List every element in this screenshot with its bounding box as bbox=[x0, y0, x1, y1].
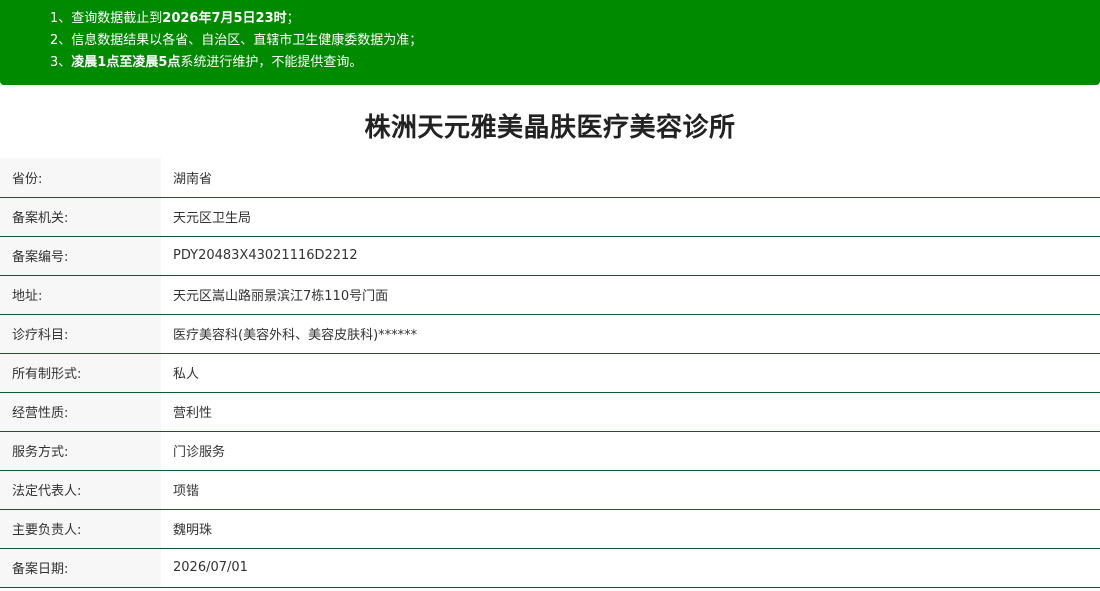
info-row-address: 地址: 天元区嵩山路丽景滨江7栋110号门面 bbox=[0, 275, 1100, 314]
info-label: 主要负责人: bbox=[0, 509, 161, 548]
info-value: 私人 bbox=[173, 367, 200, 382]
info-label: 经营性质: bbox=[0, 392, 161, 431]
info-value: 2026/07/01 bbox=[173, 560, 248, 575]
info-row-legal-representative: 法定代表人: 项锴 bbox=[0, 470, 1100, 509]
notice-line-1-date: 2026年7月5日23时 bbox=[162, 11, 287, 26]
notice-line-3: 3、凌晨1点至凌晨5点系统进行维护，不能提供查询。 bbox=[50, 52, 1100, 74]
info-value: 项锴 bbox=[173, 484, 200, 499]
info-label: 地址: bbox=[0, 275, 161, 314]
notice-line-2: 2、信息数据结果以各省、自治区、直辖市卫生健康委数据为准； bbox=[50, 30, 1100, 52]
info-label: 备案编号: bbox=[0, 236, 161, 275]
info-value: 天元区嵩山路丽景滨江7栋110号门面 bbox=[173, 289, 389, 304]
info-value: PDY20483X43021116D2212 bbox=[173, 248, 358, 263]
info-row-business-nature: 经营性质: 营利性 bbox=[0, 392, 1100, 431]
info-value: 营利性 bbox=[173, 406, 213, 421]
info-row-filing-number: 备案编号: PDY20483X43021116D2212 bbox=[0, 236, 1100, 275]
info-value: 医疗美容科(美容外科、美容皮肤科)****** bbox=[173, 328, 418, 343]
info-value: 门诊服务 bbox=[173, 445, 226, 460]
info-value: 湖南省 bbox=[173, 171, 213, 187]
notice-line-2-text: 2、信息数据结果以各省、自治区、直辖市卫生健康委数据为准； bbox=[50, 33, 423, 48]
info-row-principal: 主要负责人: 魏明珠 bbox=[0, 509, 1100, 548]
info-label: 诊疗科目: bbox=[0, 314, 161, 353]
notice-line-3-prefix: 3、 bbox=[50, 55, 72, 70]
info-table: 省份: 湖南省 备案机关: 天元区卫生局 备案编号: PDY20483X4302… bbox=[0, 158, 1100, 588]
info-row-province: 省份: 湖南省 bbox=[0, 158, 1100, 197]
notice-line-3-hours: 凌晨1点至凌晨5点 bbox=[71, 55, 181, 70]
info-label: 省份: bbox=[0, 158, 161, 197]
info-row-ownership: 所有制形式: 私人 bbox=[0, 353, 1100, 392]
info-row-filing-authority: 备案机关: 天元区卫生局 bbox=[0, 197, 1100, 236]
info-label: 服务方式: bbox=[0, 431, 161, 470]
notice-line-1-suffix: ； bbox=[286, 11, 300, 26]
notice-banner: 1、查询数据截止到2026年7月5日23时； 2、信息数据结果以各省、自治区、直… bbox=[0, 0, 1100, 85]
info-value: 天元区卫生局 bbox=[173, 211, 252, 226]
info-value: 魏明珠 bbox=[173, 523, 213, 538]
notice-line-1: 1、查询数据截止到2026年7月5日23时； bbox=[50, 8, 1100, 30]
info-row-service-mode: 服务方式: 门诊服务 bbox=[0, 431, 1100, 470]
info-label: 备案日期: bbox=[0, 548, 161, 587]
page-title: 株洲天元雅美晶肤医疗美容诊所 bbox=[364, 113, 736, 143]
info-label: 法定代表人: bbox=[0, 470, 161, 509]
notice-line-1-prefix: 1、查询数据截止到 bbox=[50, 11, 163, 26]
info-row-departments: 诊疗科目: 医疗美容科(美容外科、美容皮肤科)****** bbox=[0, 314, 1100, 353]
info-row-filing-date: 备案日期: 2026/07/01 bbox=[0, 548, 1100, 587]
info-label: 所有制形式: bbox=[0, 353, 161, 392]
info-label: 备案机关: bbox=[0, 197, 161, 236]
notice-line-3-suffix: 系统进行维护，不能提供查询。 bbox=[180, 55, 363, 70]
